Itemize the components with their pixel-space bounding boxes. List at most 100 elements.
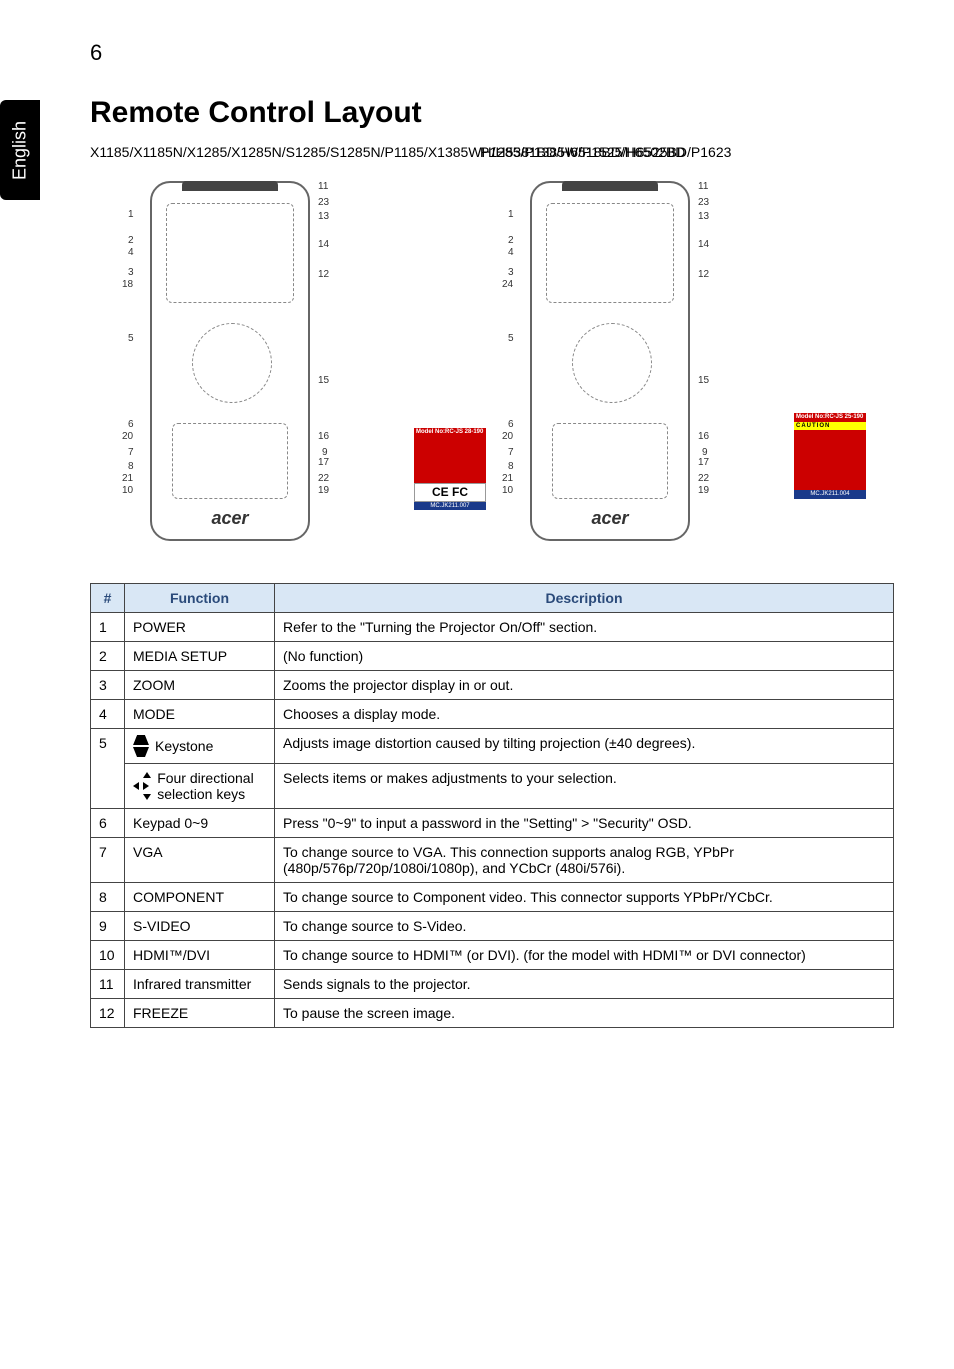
cell-num: 3 xyxy=(91,671,125,700)
label-body xyxy=(794,430,866,490)
cell-func: Infrared transmitter xyxy=(125,970,275,999)
cell-func: ZOOM xyxy=(125,671,275,700)
callout: 24 xyxy=(502,279,513,290)
cell-func: COMPONENT xyxy=(125,883,275,912)
callout: 15 xyxy=(318,375,329,386)
caution-label: CAUTION xyxy=(794,422,866,431)
callout: 1 xyxy=(128,209,134,220)
label-model: Model No:RC-JS 25-190 xyxy=(794,413,866,422)
callout: 8 xyxy=(508,461,514,472)
cell-desc: To change source to S-Video. xyxy=(275,912,894,941)
cell-func-directional: Four directional selection keys xyxy=(125,764,275,809)
acer-logo: acer xyxy=(152,508,308,529)
remote-body: acer xyxy=(150,181,310,541)
keystone-icon xyxy=(133,735,149,757)
callout: 19 xyxy=(698,485,709,496)
callout: 22 xyxy=(698,473,709,484)
cell-num: 10 xyxy=(91,941,125,970)
col-function: Function xyxy=(125,584,275,613)
callout: 23 xyxy=(318,197,329,208)
callout: 20 xyxy=(122,431,133,442)
callout: 14 xyxy=(318,239,329,250)
cell-func: Keypad 0~9 xyxy=(125,809,275,838)
cell-desc: Zooms the projector display in or out. xyxy=(275,671,894,700)
models-row: X1185/X1185N/X1285/X1285N/S1285/S1285N/P… xyxy=(90,142,894,163)
directional-label: Four directional selection keys xyxy=(157,770,266,802)
callout: 11 xyxy=(698,181,708,192)
cell-num: 7 xyxy=(91,838,125,883)
cell-func: MODE xyxy=(125,700,275,729)
page-title: Remote Control Layout xyxy=(90,96,894,130)
table-row: Four directional selection keys Selects … xyxy=(91,764,894,809)
language-tab: English xyxy=(0,100,40,200)
table-row: 8 COMPONENT To change source to Componen… xyxy=(91,883,894,912)
cell-num: 12 xyxy=(91,999,125,1028)
col-description: Description xyxy=(275,584,894,613)
cell-desc: To change source to VGA. This connection… xyxy=(275,838,894,883)
cell-num: 11 xyxy=(91,970,125,999)
callout: 5 xyxy=(508,333,514,344)
remote-dpad xyxy=(192,323,272,403)
callout: 1 xyxy=(508,209,514,220)
cell-func: POWER xyxy=(125,613,275,642)
cell-num: 6 xyxy=(91,809,125,838)
cell-func: MEDIA SETUP xyxy=(125,642,275,671)
callout: 19 xyxy=(318,485,329,496)
callout: 23 xyxy=(698,197,709,208)
callout: 10 xyxy=(502,485,513,496)
cell-desc: Sends signals to the projector. xyxy=(275,970,894,999)
callout: 2 xyxy=(128,235,134,246)
table-row: 9 S-VIDEO To change source to S-Video. xyxy=(91,912,894,941)
col-num: # xyxy=(91,584,125,613)
table-row: 11 Infrared transmitter Sends signals to… xyxy=(91,970,894,999)
cell-func: FREEZE xyxy=(125,999,275,1028)
function-table: # Function Description 1 POWER Refer to … xyxy=(90,583,894,1028)
cell-desc: (No function) xyxy=(275,642,894,671)
cell-func: HDMI™/DVI xyxy=(125,941,275,970)
remote-keypad xyxy=(552,423,668,499)
table-row: 3 ZOOM Zooms the projector display in or… xyxy=(91,671,894,700)
cell-desc: To change source to Component video. Thi… xyxy=(275,883,894,912)
table-row: 4 MODE Chooses a display mode. xyxy=(91,700,894,729)
cell-desc: To change source to HDMI™ (or DVI). (for… xyxy=(275,941,894,970)
cell-num: 4 xyxy=(91,700,125,729)
cell-num: 9 xyxy=(91,912,125,941)
table-row: 7 VGA To change source to VGA. This conn… xyxy=(91,838,894,883)
models-left: X1185/X1185N/X1285/X1285N/S1285/S1285N/P… xyxy=(90,142,420,163)
callout: 16 xyxy=(318,431,329,442)
callout: 21 xyxy=(122,473,133,484)
callout: 13 xyxy=(698,211,709,222)
callout: 8 xyxy=(128,461,134,472)
callout: 18 xyxy=(122,279,133,290)
acer-logo: acer xyxy=(532,508,688,529)
callout: 14 xyxy=(698,239,709,250)
cell-desc: To pause the screen image. xyxy=(275,999,894,1028)
compliance-label-right: Model No:RC-JS 25-190 CAUTION MC.JK211.0… xyxy=(794,413,866,499)
cell-desc: Chooses a display mode. xyxy=(275,700,894,729)
callout: 20 xyxy=(502,431,513,442)
callout: 4 xyxy=(508,247,514,258)
callout: 10 xyxy=(122,485,133,496)
callout: 12 xyxy=(698,269,709,280)
cell-func-keystone: Keystone xyxy=(125,729,275,764)
callout: 7 xyxy=(508,447,514,458)
callout: 17 xyxy=(318,457,329,468)
remote-dpad xyxy=(572,323,652,403)
label-mc: MC.JK211.004 xyxy=(794,490,866,499)
table-row: 5 Keystone Adjusts image distortion caus… xyxy=(91,729,894,764)
page-number: 6 xyxy=(90,40,894,66)
table-row: 1 POWER Refer to the "Turning the Projec… xyxy=(91,613,894,642)
cell-num: 1 xyxy=(91,613,125,642)
callout: 6 xyxy=(508,419,514,430)
callout: 22 xyxy=(318,473,329,484)
callout: 13 xyxy=(318,211,329,222)
remote-top-buttons xyxy=(166,203,294,303)
table-row: 12 FREEZE To pause the screen image. xyxy=(91,999,894,1028)
table-row: 6 Keypad 0~9 Press "0~9" to input a pass… xyxy=(91,809,894,838)
callout: 11 xyxy=(318,181,328,192)
cell-num: 8 xyxy=(91,883,125,912)
table-row: 10 HDMI™/DVI To change source to HDMI™ (… xyxy=(91,941,894,970)
callout: 12 xyxy=(318,269,329,280)
remote-keypad xyxy=(172,423,288,499)
cell-func: VGA xyxy=(125,838,275,883)
